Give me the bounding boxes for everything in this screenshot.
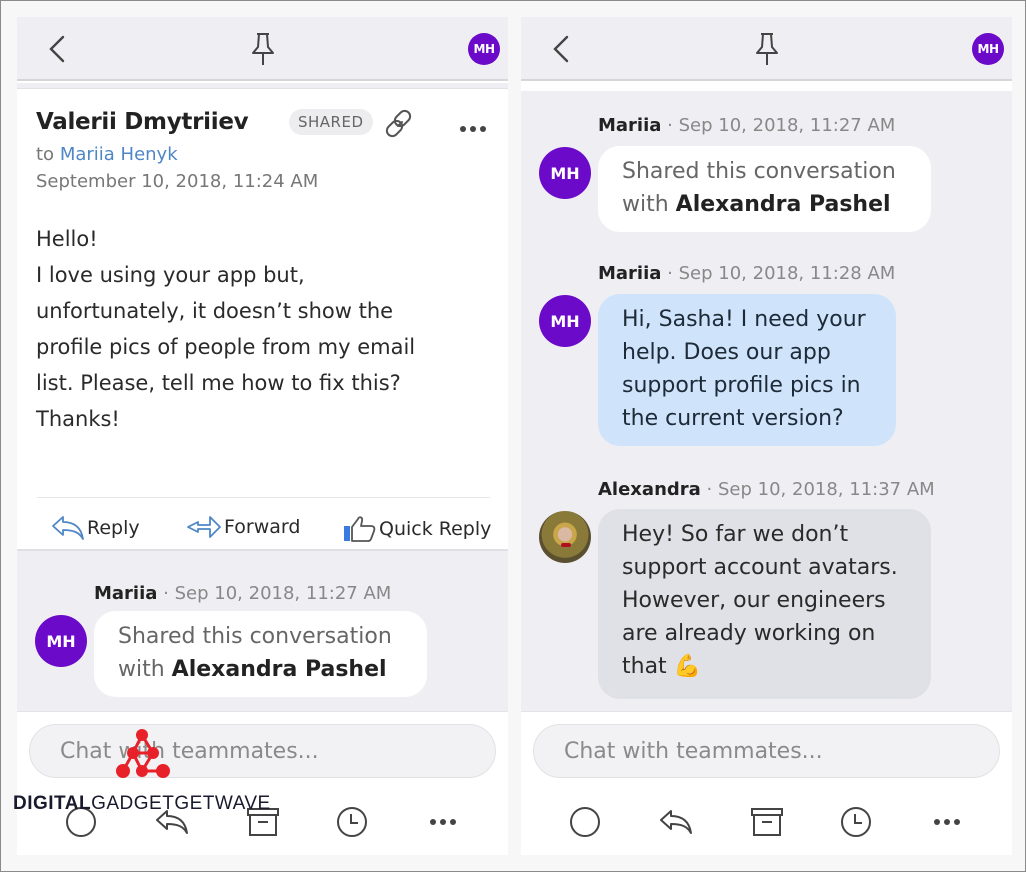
recipient-link[interactable]: Mariia Henyk bbox=[60, 144, 178, 165]
right-phone-screen: MH Mariia · Sep 10, 2018, 11:27 AM MH Sh… bbox=[521, 17, 1012, 855]
quick-reply-button[interactable]: Quick Reply bbox=[343, 515, 491, 543]
message-line: the current version? bbox=[622, 406, 844, 431]
bottom-bar bbox=[521, 711, 1012, 855]
body-line: profile pics of people from my email bbox=[36, 335, 416, 359]
sender-name: Valerii Dmytriiev bbox=[36, 109, 249, 135]
separator: · bbox=[163, 583, 169, 604]
reply-button[interactable]: Reply bbox=[51, 515, 140, 541]
separator: · bbox=[706, 479, 713, 500]
message-meta: Mariia · Sep 10, 2018, 11:27 AM bbox=[598, 115, 895, 136]
reply-icon[interactable] bbox=[658, 804, 694, 840]
message-bubble: Shared this conversation with Alexandra … bbox=[94, 611, 427, 697]
archive-icon[interactable] bbox=[245, 804, 281, 840]
pushpin-icon[interactable] bbox=[754, 31, 780, 67]
email-message: Valerii Dmytriiev SHARED to Mariia Henyk… bbox=[17, 91, 508, 549]
user-avatar[interactable]: MH bbox=[972, 33, 1004, 65]
shared-badge: SHARED bbox=[289, 109, 373, 135]
message-line: are already working on bbox=[622, 621, 876, 646]
message-author: Mariia bbox=[94, 583, 158, 604]
team-chat-area: Mariia · Sep 10, 2018, 11:27 AM MH Share… bbox=[17, 549, 508, 711]
message-bubble: Hey! So far we don’t support account ava… bbox=[598, 509, 931, 699]
chat-input[interactable] bbox=[29, 724, 496, 778]
chevron-left-icon[interactable] bbox=[45, 33, 69, 65]
circle-icon[interactable] bbox=[63, 804, 99, 840]
forward-button[interactable]: Forward bbox=[186, 515, 300, 539]
chevron-left-icon[interactable] bbox=[549, 33, 573, 65]
message-line: Hey! So far we don’t bbox=[622, 522, 849, 547]
message-line: Shared this conversation bbox=[118, 624, 392, 649]
clock-icon[interactable] bbox=[838, 804, 874, 840]
body-line: Hello! bbox=[36, 227, 98, 251]
message-author: Mariia bbox=[598, 115, 662, 136]
reply-icon[interactable] bbox=[154, 804, 190, 840]
chat-input[interactable] bbox=[533, 724, 1000, 778]
message-line: Shared this conversation bbox=[622, 159, 896, 184]
separator: · bbox=[667, 263, 673, 284]
message-time: Sep 10, 2018, 11:37 AM bbox=[718, 479, 935, 500]
message-line: with Alexandra Pashel bbox=[118, 657, 387, 682]
body-line: Thanks! bbox=[36, 407, 120, 431]
message-line: help. Does our app bbox=[622, 340, 831, 365]
message-line: that 💪 bbox=[622, 654, 702, 679]
message-avatar: MH bbox=[539, 295, 591, 347]
message-avatar: MH bbox=[539, 147, 591, 199]
separator: · bbox=[667, 115, 673, 136]
body-line: unfortunately, it doesn’t show the bbox=[36, 299, 394, 323]
divider bbox=[17, 83, 508, 89]
forward-label: Forward bbox=[224, 516, 301, 538]
reply-icon bbox=[52, 516, 84, 540]
clock-icon[interactable] bbox=[334, 804, 370, 840]
message-author: Mariia bbox=[598, 263, 662, 284]
reply-label: Reply bbox=[87, 517, 140, 539]
top-bar: MH bbox=[17, 17, 508, 81]
message-meta: Alexandra · Sep 10, 2018, 11:37 AM bbox=[598, 479, 935, 500]
message-time: Sep 10, 2018, 11:27 AM bbox=[678, 115, 896, 136]
pushpin-icon[interactable] bbox=[250, 31, 276, 67]
more-options-icon[interactable] bbox=[458, 117, 488, 136]
message-line: Hi, Sasha! I need your bbox=[622, 307, 866, 332]
to-label: to bbox=[36, 144, 55, 165]
message-line: However, our engineers bbox=[622, 588, 886, 613]
message-line: support account avatars. bbox=[622, 555, 898, 580]
shared-with-name: Alexandra Pashel bbox=[675, 192, 891, 217]
quick-reply-label: Quick Reply bbox=[379, 518, 492, 540]
message-author: Alexandra bbox=[598, 479, 701, 500]
divider bbox=[37, 497, 490, 498]
forward-icon bbox=[187, 516, 221, 538]
action-toolbar bbox=[17, 804, 508, 840]
shared-with-name: Alexandra Pashel bbox=[171, 657, 387, 682]
body-line: list. Please, tell me how to fix this? bbox=[36, 371, 401, 395]
message-time: Sep 10, 2018, 11:27 AM bbox=[174, 583, 392, 604]
message-avatar: MH bbox=[35, 615, 87, 667]
message-line: with Alexandra Pashel bbox=[622, 192, 891, 217]
circle-icon[interactable] bbox=[567, 804, 603, 840]
bottom-bar bbox=[17, 711, 508, 855]
left-phone-screen: MH Valerii Dmytriiev SHARED to Mariia He… bbox=[17, 17, 508, 855]
link-icon[interactable] bbox=[383, 107, 417, 141]
user-avatar[interactable]: MH bbox=[468, 33, 500, 65]
message-bubble: Shared this conversation with Alexandra … bbox=[598, 146, 931, 232]
message-meta: Mariia · Sep 10, 2018, 11:27 AM bbox=[94, 583, 391, 604]
action-toolbar bbox=[521, 804, 1012, 840]
recipient-line: to Mariia Henyk bbox=[36, 144, 178, 165]
message-meta: Mariia · Sep 10, 2018, 11:28 AM bbox=[598, 263, 895, 284]
more-icon[interactable] bbox=[929, 804, 965, 840]
top-bar: MH bbox=[521, 17, 1012, 81]
thumbs-up-icon bbox=[344, 516, 376, 542]
message-line: support profile pics in bbox=[622, 373, 861, 398]
more-icon[interactable] bbox=[425, 804, 461, 840]
alexandra-avatar bbox=[539, 511, 591, 563]
message-bubble: Hi, Sasha! I need your help. Does our ap… bbox=[598, 294, 896, 446]
archive-icon[interactable] bbox=[749, 804, 785, 840]
message-time: Sep 10, 2018, 11:28 AM bbox=[678, 263, 896, 284]
team-chat-area: Mariia · Sep 10, 2018, 11:27 AM MH Share… bbox=[521, 91, 1012, 711]
email-date: September 10, 2018, 11:24 AM bbox=[36, 171, 319, 192]
body-line: I love using your app but, bbox=[36, 263, 305, 287]
email-body: Hello! I love using your app but, unfort… bbox=[36, 221, 486, 437]
